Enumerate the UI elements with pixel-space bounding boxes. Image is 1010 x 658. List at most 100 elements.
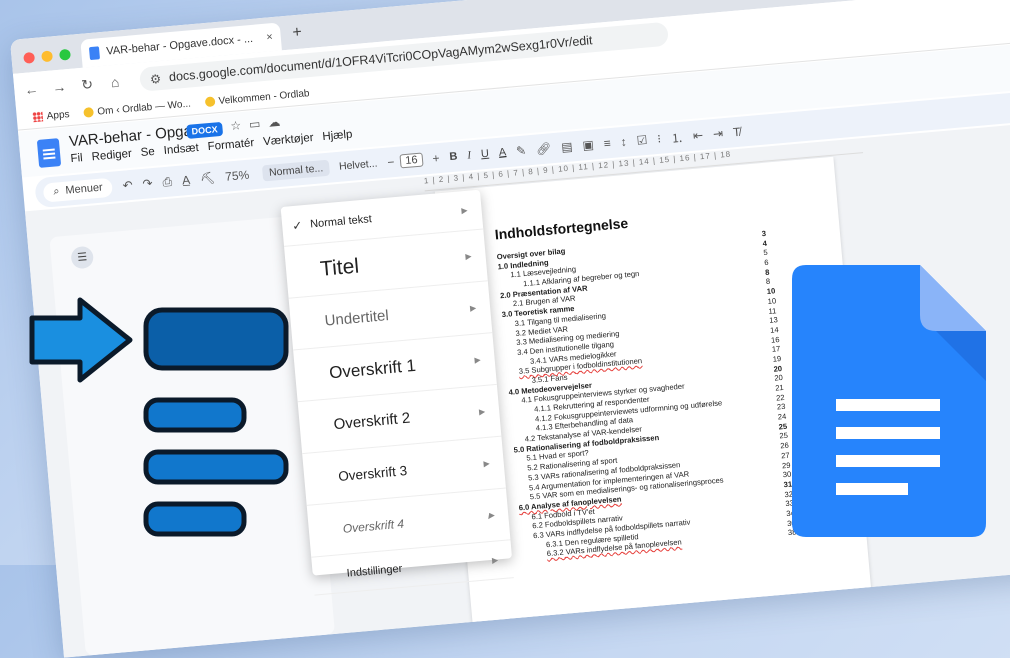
site-settings-icon[interactable]: ⚙ (149, 71, 161, 86)
table-of-contents: Oversigt over bilag 3 1.0 Indledning 4 1.1 L… (496, 226, 822, 561)
toc-page-number: 8 (764, 267, 770, 277)
docs-logo-icon[interactable] (36, 138, 62, 168)
indent-decrease-icon[interactable]: ⇤ (692, 128, 703, 143)
toc-page-number: 25 (778, 421, 788, 432)
toc-page-number: 5 (763, 248, 769, 258)
heading-block-small-2 (143, 501, 247, 537)
ordlab-favicon-icon (82, 106, 94, 118)
submenu-arrow-icon: ▶ (474, 355, 482, 365)
menu-se[interactable]: Se (140, 146, 155, 159)
menu-fil[interactable]: Fil (70, 152, 83, 165)
align-icon[interactable]: ≡ (603, 136, 611, 151)
heading-structure-illustration (29, 297, 289, 537)
underline-button[interactable]: U (480, 148, 489, 161)
heading-block-small-1 (143, 397, 247, 433)
apps-grid-icon (32, 111, 44, 123)
line-spacing-icon[interactable]: ↕ (620, 135, 627, 149)
toc-page-number: 25 (779, 431, 789, 441)
arrow-right-icon (29, 297, 133, 383)
decrease-font-icon[interactable]: − (387, 155, 395, 170)
submenu-arrow-icon: ▶ (491, 555, 499, 565)
move-folder-icon[interactable]: ▭ (248, 117, 261, 132)
new-tab-button[interactable]: + (292, 24, 303, 43)
toc-page-number: 19 (772, 353, 782, 364)
image-icon[interactable]: ▣ (582, 138, 595, 153)
tab-close-icon[interactable]: × (266, 31, 273, 44)
docs-favicon-icon (88, 45, 100, 60)
google-docs-logo-icon (792, 265, 986, 537)
toc-page-number: 26 (779, 440, 790, 451)
submenu-arrow-icon: ▶ (465, 251, 472, 262)
redo-icon[interactable]: ↷ (142, 176, 153, 191)
paint-format-icon[interactable]: ⛏ (199, 171, 215, 186)
ordlab-favicon-icon (204, 96, 216, 108)
paragraph-style-select[interactable]: Normal te... (262, 159, 330, 182)
menu-rediger[interactable]: Rediger (91, 148, 132, 163)
toc-page-number: 21 (774, 382, 785, 393)
toc-page-number: 20 (773, 363, 783, 374)
menu-formater[interactable]: Formatér (207, 137, 255, 153)
search-icon: ⌕ (52, 184, 61, 198)
outline-list-icon[interactable]: ☰ (70, 245, 95, 270)
home-icon[interactable]: ⌂ (103, 73, 126, 91)
toc-page-number: 13 (768, 315, 779, 326)
comment-icon[interactable]: ▤ (561, 139, 574, 154)
toc-page-number: 10 (766, 286, 776, 297)
font-select[interactable]: Helvet... (339, 157, 378, 172)
search-menus-label: Menuer (64, 181, 104, 197)
toc-page-number: 11 (768, 305, 777, 316)
font-size-field[interactable]: 16 (399, 152, 424, 169)
print-icon[interactable]: ⎙ (162, 174, 173, 190)
menu-hjaelp[interactable]: Hjælp (322, 129, 353, 144)
indent-increase-icon[interactable]: ⇥ (712, 126, 723, 141)
menu-indsaet[interactable]: Indsæt (163, 142, 199, 157)
toc-page-number: 8 (765, 277, 771, 287)
heading-block-main (143, 307, 289, 371)
toc-page-number: 10 (767, 296, 777, 306)
back-icon[interactable]: ← (20, 80, 43, 98)
toc-page-number: 4 (762, 238, 768, 248)
toc-page-number: 20 (774, 373, 784, 383)
minimize-window-button[interactable] (41, 50, 54, 63)
maximize-window-button[interactable] (59, 48, 71, 61)
close-window-button[interactable] (23, 51, 36, 64)
reload-icon[interactable]: ↻ (75, 75, 98, 94)
toc-page-number: 6 (763, 257, 769, 268)
toc-page-number: 3 (761, 228, 767, 239)
checklist-icon[interactable]: ☑ (636, 133, 648, 148)
text-color-button[interactable]: A (498, 146, 506, 159)
bullet-list-icon[interactable]: ⁝ (657, 132, 662, 146)
submenu-arrow-icon: ▶ (483, 458, 491, 469)
spellcheck-icon[interactable]: A̲ (181, 173, 190, 188)
bold-button[interactable]: B (449, 150, 458, 163)
bookmark-apps[interactable]: Apps (32, 109, 70, 123)
italic-button[interactable]: I (467, 149, 472, 161)
menu-vaerktojer[interactable]: Værktøjer (263, 132, 314, 148)
toc-page-number: 24 (777, 411, 787, 422)
heading-block-long (143, 449, 289, 485)
star-icon[interactable]: ☆ (230, 118, 242, 133)
search-menus-button[interactable]: ⌕ Menuer (42, 177, 114, 203)
toc-page-number: 14 (769, 325, 780, 335)
undo-icon[interactable]: ↶ (122, 178, 133, 193)
title-actions: ☆ ▭ ☁ (230, 115, 281, 133)
numbered-list-icon[interactable]: ⒈ (670, 128, 684, 146)
increase-font-icon[interactable]: + (432, 151, 440, 166)
forward-icon[interactable]: → (48, 78, 71, 96)
toc-heading: Indholdsfortegnelse (494, 214, 629, 243)
cloud-status-icon[interactable]: ☁ (268, 115, 281, 130)
zoom-select[interactable]: 75% (225, 168, 250, 184)
highlight-icon[interactable]: ✎ (515, 143, 526, 158)
bookmark-ordlab-wo[interactable]: Om ‹ Ordlab — Wo... (82, 98, 191, 118)
toc-page-number: 22 (775, 392, 785, 403)
bookmark-velkommen[interactable]: Velkommen - Ordlab (204, 88, 310, 108)
link-icon[interactable]: 🔗︎ (535, 141, 551, 156)
toc-page-number: 23 (776, 402, 786, 412)
toc-page-number: 16 (770, 334, 780, 345)
docx-badge: DOCX (186, 121, 224, 139)
clear-format-icon[interactable]: T̸ (732, 125, 741, 140)
submenu-arrow-icon: ▶ (469, 303, 477, 313)
toc-page-number: 27 (780, 450, 790, 461)
submenu-arrow-icon: ▶ (478, 407, 486, 417)
checkmark-icon: ✓ (291, 217, 303, 233)
